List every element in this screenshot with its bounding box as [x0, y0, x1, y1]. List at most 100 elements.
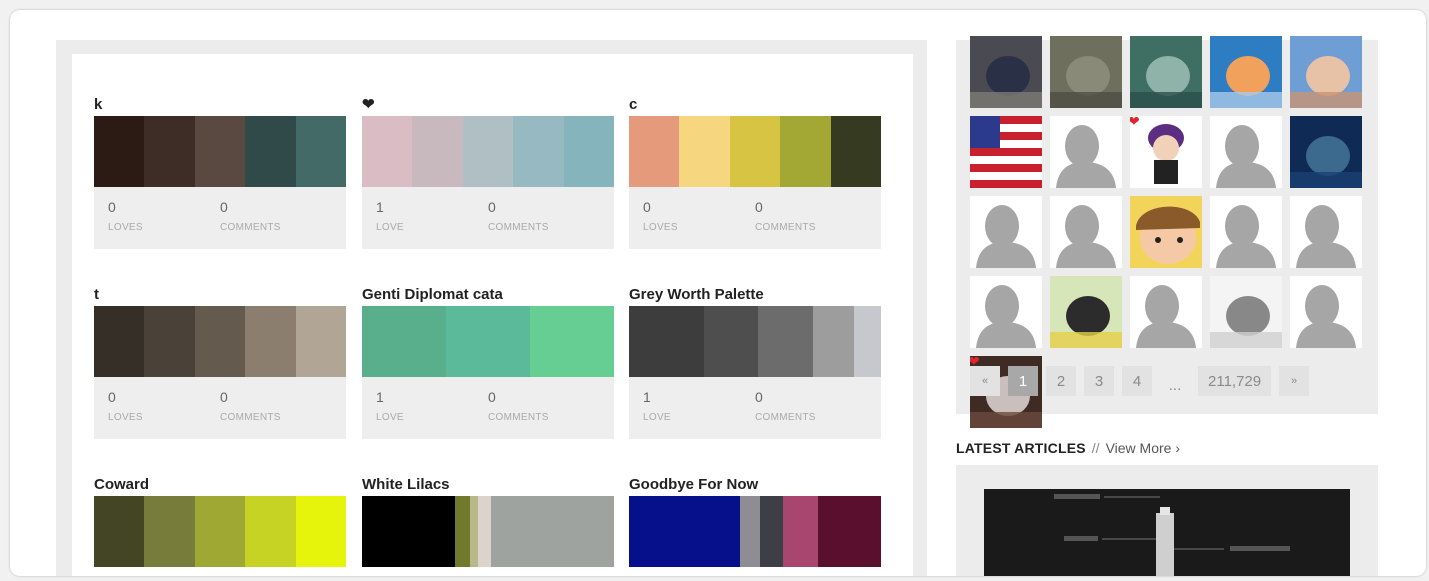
- outdoor-photo-avatar[interactable]: [1050, 36, 1122, 108]
- mushroom-photo-avatar[interactable]: [1210, 36, 1282, 108]
- color-swatch[interactable]: [530, 306, 614, 377]
- color-swatch[interactable]: [629, 116, 680, 187]
- palette-swatches[interactable]: [629, 116, 882, 187]
- color-swatch[interactable]: [446, 306, 530, 377]
- comments-stat[interactable]: 0 COMMENTS: [488, 389, 549, 423]
- color-swatch[interactable]: [462, 116, 514, 187]
- palette-card[interactable]: k 0 LOVES 0 COMMENTS: [94, 94, 347, 249]
- loves-stat[interactable]: 0 LOVES: [108, 199, 143, 233]
- color-swatch[interactable]: [729, 116, 781, 187]
- palette-title[interactable]: Genti Diplomat cata: [362, 284, 614, 306]
- color-swatch[interactable]: [362, 496, 455, 567]
- color-swatch[interactable]: [470, 496, 478, 567]
- prev-page-button[interactable]: «: [970, 366, 1000, 396]
- color-swatch[interactable]: [782, 496, 818, 567]
- plant-photo-avatar[interactable]: [1130, 36, 1202, 108]
- dog-photo-avatar[interactable]: [970, 36, 1042, 108]
- color-swatch[interactable]: [758, 306, 813, 377]
- color-swatch[interactable]: [194, 306, 246, 377]
- flag-avatar[interactable]: [970, 116, 1042, 188]
- color-swatch[interactable]: [295, 496, 347, 567]
- palette-title[interactable]: t: [94, 284, 346, 306]
- default-silhouette-avatar[interactable]: [1130, 276, 1202, 348]
- article-card[interactable]: [956, 465, 1378, 576]
- palette-title[interactable]: Goodbye For Now: [629, 474, 881, 496]
- illustration-avatar[interactable]: [1050, 276, 1122, 348]
- palette-title[interactable]: ❤: [362, 94, 614, 116]
- color-swatch[interactable]: [245, 496, 296, 567]
- loves-stat[interactable]: 0 LOVES: [643, 199, 678, 233]
- color-swatch[interactable]: [362, 116, 413, 187]
- color-swatch[interactable]: [780, 116, 831, 187]
- color-swatch[interactable]: [245, 116, 296, 187]
- loves-stat[interactable]: 1 LOVE: [376, 389, 404, 423]
- palette-swatches[interactable]: [362, 116, 615, 187]
- palette-card[interactable]: Coward: [94, 474, 347, 567]
- page-4-button[interactable]: 4: [1122, 366, 1152, 396]
- color-swatch[interactable]: [144, 116, 195, 187]
- palette-title[interactable]: White Lilacs: [362, 474, 614, 496]
- default-silhouette-avatar[interactable]: [1290, 276, 1362, 348]
- color-swatch[interactable]: [818, 496, 881, 567]
- palette-card[interactable]: Goodbye For Now: [629, 474, 881, 567]
- palette-card[interactable]: Grey Worth Palette 1 LOVE 0 COMMENTS: [629, 284, 881, 439]
- color-swatch[interactable]: [295, 306, 347, 377]
- palette-swatches[interactable]: [629, 496, 881, 567]
- color-swatch[interactable]: [830, 116, 882, 187]
- next-page-button[interactable]: »: [1279, 366, 1310, 396]
- color-swatch[interactable]: [490, 496, 614, 567]
- palette-card[interactable]: t 0 LOVES 0 COMMENTS: [94, 284, 347, 439]
- palette-title[interactable]: Grey Worth Palette: [629, 284, 881, 306]
- palette-card[interactable]: White Lilacs: [362, 474, 614, 567]
- palette-title[interactable]: k: [94, 94, 346, 116]
- palette-swatches[interactable]: [94, 116, 347, 187]
- color-swatch[interactable]: [760, 496, 783, 567]
- loves-stat[interactable]: 1 LOVE: [376, 199, 404, 233]
- color-swatch[interactable]: [194, 496, 246, 567]
- page-3-button[interactable]: 3: [1084, 366, 1114, 396]
- cartoon-face-avatar[interactable]: [1130, 196, 1202, 268]
- palette-card[interactable]: c 0 LOVES 0 COMMENTS: [629, 94, 882, 249]
- loves-stat[interactable]: 0 LOVES: [108, 389, 143, 423]
- color-swatch[interactable]: [703, 306, 759, 377]
- color-swatch[interactable]: [563, 116, 615, 187]
- default-silhouette-avatar[interactable]: [970, 276, 1042, 348]
- baby-photo-avatar[interactable]: [1290, 36, 1362, 108]
- comments-stat[interactable]: 0 COMMENTS: [220, 389, 281, 423]
- palette-swatches[interactable]: [362, 496, 614, 567]
- color-swatch[interactable]: [144, 306, 195, 377]
- color-swatch[interactable]: [477, 496, 491, 567]
- color-swatch[interactable]: [194, 116, 246, 187]
- color-swatch[interactable]: [94, 306, 145, 377]
- palette-title[interactable]: Coward: [94, 474, 346, 496]
- color-swatch[interactable]: [739, 496, 761, 567]
- artwork-avatar[interactable]: [1290, 116, 1362, 188]
- color-swatch[interactable]: [144, 496, 195, 567]
- comments-stat[interactable]: 0 COMMENTS: [220, 199, 281, 233]
- color-swatch[interactable]: [295, 116, 347, 187]
- palette-title[interactable]: c: [629, 94, 881, 116]
- default-silhouette-avatar[interactable]: [1210, 116, 1282, 188]
- palette-swatches[interactable]: [94, 306, 347, 377]
- color-swatch[interactable]: [412, 116, 463, 187]
- page-2-button[interactable]: 2: [1046, 366, 1076, 396]
- color-swatch[interactable]: [679, 116, 730, 187]
- skull-art-avatar[interactable]: [1210, 276, 1282, 348]
- default-silhouette-avatar[interactable]: [1050, 196, 1122, 268]
- color-swatch[interactable]: [629, 306, 704, 377]
- color-swatch[interactable]: [94, 496, 145, 567]
- default-silhouette-avatar[interactable]: [1210, 196, 1282, 268]
- view-more-link[interactable]: View More ›: [1106, 440, 1180, 456]
- color-swatch[interactable]: [245, 306, 296, 377]
- page-1-button[interactable]: 1: [1008, 366, 1038, 396]
- comments-stat[interactable]: 0 COMMENTS: [755, 389, 816, 423]
- color-swatch[interactable]: [812, 306, 854, 377]
- palette-swatches[interactable]: [362, 306, 614, 377]
- cartoon-character-avatar[interactable]: ❤: [1130, 116, 1202, 188]
- comments-stat[interactable]: 0 COMMENTS: [755, 199, 816, 233]
- comments-stat[interactable]: 0 COMMENTS: [488, 199, 549, 233]
- article-thumbnail[interactable]: [984, 489, 1350, 576]
- color-swatch[interactable]: [513, 116, 564, 187]
- default-silhouette-avatar[interactable]: [1050, 116, 1122, 188]
- last-page-button[interactable]: 211,729: [1198, 366, 1272, 396]
